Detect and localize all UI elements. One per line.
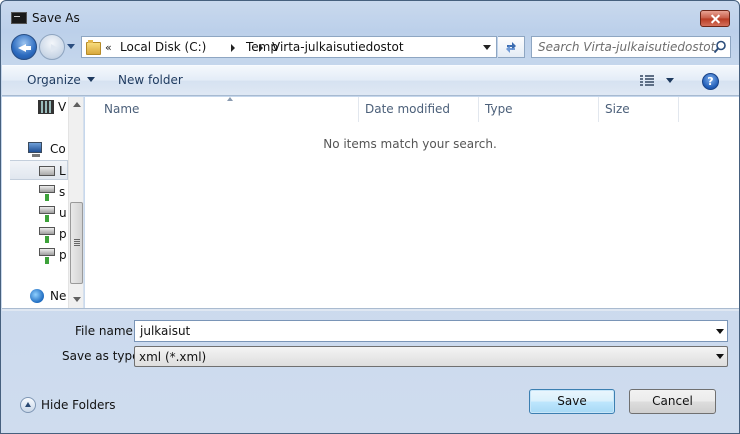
nav-item-label: p xyxy=(59,248,67,262)
save-as-dialog: Save As « Local Disk (C:) Temp Virta-jul… xyxy=(0,0,740,434)
column-header-size[interactable]: Size xyxy=(599,97,679,122)
nav-item-label: Co xyxy=(50,142,66,156)
close-button[interactable] xyxy=(700,10,730,27)
nav-item-network-drive[interactable]: p xyxy=(2,224,68,244)
breadcrumb-overflow[interactable]: « xyxy=(105,41,112,54)
app-icon xyxy=(11,12,27,24)
navigation-pane[interactable]: V Co L s u p p Ne xyxy=(2,97,84,308)
refresh-icon xyxy=(506,42,516,53)
view-dropdown-icon[interactable] xyxy=(666,78,674,83)
column-label: Type xyxy=(485,102,513,116)
column-header-date-modified[interactable]: Date modified xyxy=(359,97,479,122)
nav-item-local-disk[interactable]: L xyxy=(10,160,68,180)
disk-icon xyxy=(39,166,55,176)
breadcrumb-local-disk[interactable]: Local Disk (C:) xyxy=(120,40,206,54)
nav-item-label: L xyxy=(59,164,66,178)
column-header-name[interactable]: Name xyxy=(85,97,359,122)
nav-item-label: V xyxy=(58,100,67,114)
chevron-down-icon[interactable] xyxy=(716,329,724,334)
forward-button[interactable] xyxy=(39,34,65,60)
nav-item-label: s xyxy=(59,185,66,199)
column-label: Date modified xyxy=(365,102,451,116)
video-icon xyxy=(38,100,54,114)
column-label: Size xyxy=(605,102,630,116)
nav-item-label: p xyxy=(59,227,67,241)
recent-pages-button[interactable] xyxy=(66,43,75,51)
new-folder-button[interactable]: New folder xyxy=(118,73,183,87)
filename-label: File name: xyxy=(75,324,137,338)
network-drive-icon xyxy=(39,185,55,201)
nav-item-videos[interactable]: V xyxy=(2,97,68,117)
scroll-up-icon[interactable] xyxy=(73,102,81,107)
search-icon[interactable] xyxy=(713,40,727,54)
nav-item-label: Ne xyxy=(50,289,67,303)
savetype-select[interactable]: xml (*.xml) xyxy=(134,346,728,367)
nav-item-label: u xyxy=(59,206,67,220)
search-input[interactable]: Search Virta-julkaisutiedostot xyxy=(531,36,731,58)
organize-button[interactable]: Organize xyxy=(27,73,95,87)
nav-item-network[interactable]: Ne xyxy=(2,286,68,306)
network-drive-icon xyxy=(39,227,55,243)
back-button[interactable] xyxy=(11,34,37,60)
nav-item-network-drive[interactable]: p xyxy=(2,245,68,265)
sort-arrow-icon xyxy=(227,97,233,101)
scroll-down-icon[interactable] xyxy=(73,297,81,302)
column-header-type[interactable]: Type xyxy=(479,97,599,122)
filename-field[interactable]: julkaisut xyxy=(134,320,728,342)
view-options-icon[interactable] xyxy=(640,75,654,87)
search-placeholder: Search Virta-julkaisutiedostot xyxy=(538,40,716,54)
empty-message: No items match your search. xyxy=(323,137,497,151)
filename-value: julkaisut xyxy=(140,324,191,338)
breadcrumb-chevron-icon[interactable] xyxy=(231,44,235,52)
hide-folders-label: Hide Folders xyxy=(41,398,116,412)
chevron-up-icon xyxy=(20,397,36,413)
address-bar[interactable]: « Local Disk (C:) Temp Virta-julkaisutie… xyxy=(81,36,497,58)
cancel-button[interactable]: Cancel xyxy=(629,389,716,414)
file-list[interactable]: Name Date modified Type Size No items ma… xyxy=(85,97,739,308)
network-drive-icon xyxy=(39,248,55,264)
command-toolbar: Organize New folder ? xyxy=(2,65,739,96)
nav-item-network-drive[interactable]: u xyxy=(2,203,68,223)
title-bar[interactable]: Save As xyxy=(1,1,739,33)
nav-item-computer[interactable]: Co xyxy=(2,139,68,159)
computer-icon xyxy=(28,142,42,157)
grip-icon xyxy=(74,239,80,240)
chevron-down-icon[interactable] xyxy=(716,354,724,359)
refresh-button[interactable] xyxy=(498,36,525,58)
save-button[interactable]: Save xyxy=(529,389,615,414)
nav-item-network-drive[interactable]: s xyxy=(2,182,68,202)
column-label: Name xyxy=(104,102,140,116)
network-drive-icon xyxy=(39,206,55,222)
window-title: Save As xyxy=(32,11,80,25)
address-dropdown-icon[interactable] xyxy=(483,45,491,50)
help-icon[interactable]: ? xyxy=(702,73,719,90)
organize-label: Organize xyxy=(27,73,81,87)
breadcrumb-folder[interactable]: Virta-julkaisutiedostot xyxy=(272,40,404,54)
savetype-value: xml (*.xml) xyxy=(139,350,207,364)
pane-splitter[interactable] xyxy=(2,308,739,311)
savetype-label: Save as type: xyxy=(62,349,144,363)
network-icon xyxy=(30,289,44,303)
nav-scrollbar[interactable] xyxy=(68,97,83,308)
chevron-down-icon xyxy=(86,77,95,82)
scroll-thumb[interactable] xyxy=(70,202,83,284)
breadcrumb-chevron-icon[interactable] xyxy=(259,44,263,52)
folder-icon xyxy=(86,40,101,55)
